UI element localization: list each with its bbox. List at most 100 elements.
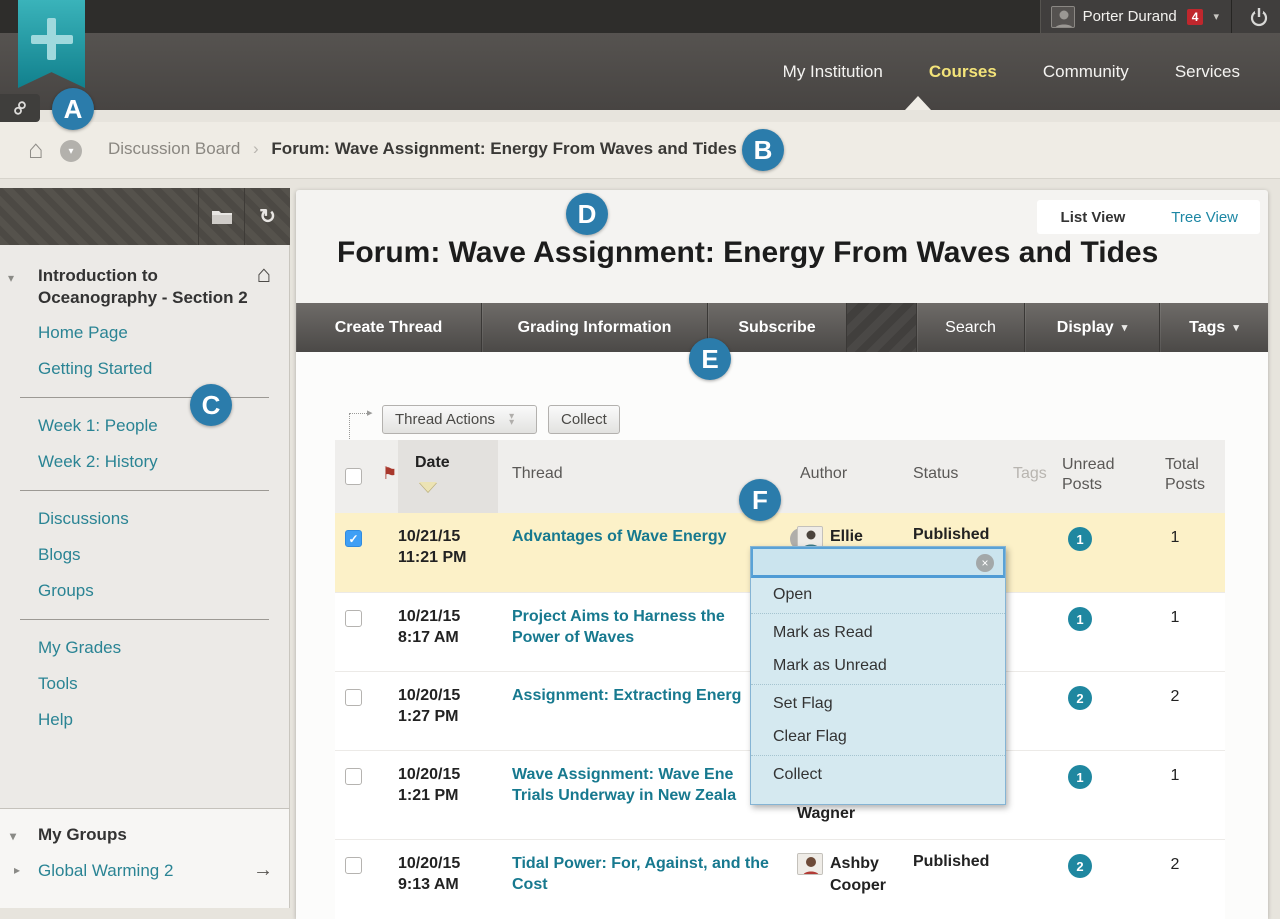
folder-icon (211, 208, 233, 225)
thread-link[interactable]: Tidal Power: For, Against, and theCost (512, 853, 812, 895)
tab-tree-view[interactable]: Tree View (1149, 209, 1260, 226)
total-posts: 2 (1155, 688, 1195, 706)
menu-item-collect[interactable]: Collect (751, 758, 1005, 791)
tab-my-institution[interactable]: My Institution (783, 62, 883, 82)
arrow-head-icon: ▸ (367, 406, 373, 419)
action-bar: Create Thread Grading Information Subscr… (296, 303, 1268, 352)
search-button[interactable]: Search (917, 303, 1025, 352)
breadcrumb-bar: ⌂ ▾ Discussion Board › Forum: Wave Assig… (0, 122, 1280, 179)
tab-community[interactable]: Community (1043, 62, 1129, 82)
thread-date: 10/20/15 (398, 685, 503, 706)
menu-item-open[interactable]: Open (751, 578, 1005, 611)
course-home-icon[interactable]: ⌂ (257, 261, 272, 289)
menu-item-set-flag[interactable]: Set Flag (751, 687, 1005, 720)
expand-caret-icon[interactable]: ▸ (14, 863, 20, 877)
row-checkbox[interactable]: ✓ (345, 530, 362, 547)
sort-descending-icon[interactable] (419, 482, 437, 492)
row-checkbox[interactable] (345, 610, 362, 627)
tab-courses[interactable]: Courses (929, 62, 997, 82)
app-window: Porter Durand 4 ▾ My Institution Courses… (0, 0, 1280, 919)
folder-view-button[interactable] (198, 188, 244, 245)
collect-button[interactable]: Collect (548, 405, 620, 434)
divider (1231, 0, 1232, 33)
unread-count-badge[interactable]: 1 (1068, 607, 1092, 631)
logout-button[interactable] (1244, 7, 1274, 27)
thread-time: 1:27 PM (398, 706, 503, 727)
sidebar-item-getting-started[interactable]: Getting Started (0, 345, 289, 381)
divider (751, 755, 1005, 756)
refresh-button[interactable]: ↻ (244, 188, 290, 245)
sidebar-item-week-1[interactable]: Week 1: People (0, 402, 289, 438)
row-checkbox[interactable] (345, 768, 362, 785)
column-total-posts[interactable]: Total Posts (1165, 455, 1219, 495)
sidebar-item-week-2[interactable]: Week 2: History (0, 438, 289, 474)
chevron-down-icon: ▾ (60, 140, 82, 162)
course-title[interactable]: Introduction to Oceanography - Section 2 (38, 265, 253, 309)
sidebar-item-global-warming-2[interactable]: Global Warming 2 (38, 861, 173, 880)
user-name: Porter Durand (1083, 8, 1177, 25)
status-label: Published (913, 526, 989, 544)
permalink-button[interactable] (0, 94, 40, 122)
arrow-right-icon[interactable]: → (253, 859, 273, 882)
display-menu-button[interactable]: Display▾ (1025, 303, 1160, 352)
active-tab-pointer (905, 96, 931, 110)
menu-item-clear-flag[interactable]: Clear Flag (751, 720, 1005, 753)
thread-context-menu: × Open Mark as Read Mark as Unread Set F… (750, 546, 1006, 805)
total-posts: 1 (1155, 609, 1195, 627)
unread-count-badge[interactable]: 2 (1068, 686, 1092, 710)
row-checkbox[interactable] (345, 689, 362, 706)
sidebar-item-groups[interactable]: Groups (0, 567, 289, 603)
column-status[interactable]: Status (913, 465, 958, 483)
home-icon[interactable]: ⌂ (28, 134, 44, 165)
sidebar-item-help[interactable]: Help (0, 696, 289, 732)
total-posts: 2 (1155, 856, 1195, 874)
user-avatar (1051, 6, 1075, 28)
divider (20, 490, 269, 491)
tab-services[interactable]: Services (1175, 62, 1240, 82)
page-title: Forum: Wave Assignment: Energy From Wave… (337, 236, 1158, 270)
create-thread-button[interactable]: Create Thread (296, 303, 482, 352)
breadcrumb-menu-button[interactable]: ▾ (60, 140, 82, 162)
close-icon[interactable]: × (976, 554, 994, 572)
grading-information-button[interactable]: Grading Information (482, 303, 708, 352)
sidebar-item-discussions[interactable]: Discussions (0, 495, 289, 531)
breadcrumb-discussion-board[interactable]: Discussion Board (108, 139, 240, 158)
sidebar-item-blogs[interactable]: Blogs (0, 531, 289, 567)
sidebar-item-home-page[interactable]: Home Page (0, 309, 289, 345)
select-all-checkbox[interactable] (345, 468, 362, 485)
link-icon (9, 97, 31, 119)
context-menu-header: × (751, 547, 1005, 578)
total-posts: 1 (1155, 529, 1195, 547)
menu-item-mark-as-read[interactable]: Mark as Read (751, 616, 1005, 649)
row-checkbox[interactable] (345, 857, 362, 874)
unread-count-badge[interactable]: 1 (1068, 527, 1092, 551)
notification-badge[interactable]: 4 (1187, 9, 1204, 25)
column-author[interactable]: Author (800, 465, 847, 483)
thread-date: 10/20/15 (398, 764, 503, 785)
annotation-badge-c: C (190, 384, 232, 426)
collapse-caret-icon[interactable]: ▾ (10, 829, 16, 843)
thread-actions-button[interactable]: Thread Actions ▾▾ (382, 405, 537, 434)
column-date[interactable]: Date (415, 454, 450, 472)
unread-count-badge[interactable]: 1 (1068, 765, 1092, 789)
double-chevron-icon: ▾▾ (509, 414, 514, 426)
column-unread-posts[interactable]: Unread Posts (1062, 455, 1132, 495)
author-avatar (797, 853, 823, 875)
unread-count-badge[interactable]: 2 (1068, 854, 1092, 878)
sidebar-item-tools[interactable]: Tools (0, 660, 289, 696)
tab-list-view[interactable]: List View (1037, 209, 1150, 226)
status-label: Published (913, 853, 989, 871)
collapse-caret-icon[interactable]: ▾ (8, 271, 14, 285)
subscribe-button[interactable]: Subscribe (708, 303, 847, 352)
thread-date: 10/20/15 (398, 853, 503, 874)
chevron-down-icon: ▾ (1213, 10, 1219, 23)
annotation-badge-b: B (742, 129, 784, 171)
flag-icon: ⚑ (382, 464, 397, 484)
menu-item-mark-as-unread[interactable]: Mark as Unread (751, 649, 1005, 682)
user-menu[interactable]: Porter Durand 4 ▾ (1040, 0, 1280, 33)
column-thread[interactable]: Thread (512, 465, 563, 483)
sidebar-item-my-grades[interactable]: My Grades (0, 624, 289, 660)
thread-link[interactable]: Advantages of Wave Energy (512, 526, 812, 547)
tags-menu-button[interactable]: Tags▾ (1160, 303, 1268, 352)
refresh-icon: ↻ (259, 204, 276, 229)
